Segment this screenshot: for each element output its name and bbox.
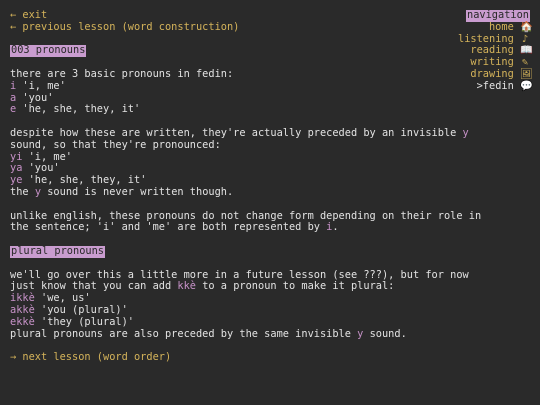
nav-item-drawing[interactable]: drawing — [470, 68, 513, 80]
intro-text: there are 3 basic pronouns in fedin: — [10, 67, 234, 80]
pronoun-row: e 'he, she, they, it' — [10, 103, 141, 116]
pronoun-row: i 'i, me' — [10, 79, 66, 92]
speech-bubble-icon: 💬 — [520, 79, 533, 92]
next-lesson-link[interactable]: → next lesson (word order) — [10, 351, 171, 363]
paragraph-text: sound, so that they're pronounced: — [10, 138, 221, 151]
lesson-content: ← exit ← previous lesson (word construct… — [10, 9, 481, 364]
previous-lesson-link[interactable]: ← previous lesson (word construction) — [10, 21, 239, 33]
navigation-panel: navigation home 🏠 listening ♪ reading 📖 … — [458, 9, 534, 93]
nav-item-home[interactable]: home — [489, 21, 514, 33]
nav-item-writing[interactable]: writing — [470, 56, 513, 68]
section-heading-pronouns: 003 pronouns — [10, 44, 87, 58]
exit-link[interactable]: ← exit — [10, 9, 47, 21]
paragraph-text: the y sound is never written though. — [10, 185, 234, 198]
paragraph-text: the sentence; 'i' and 'me' are both repr… — [10, 221, 339, 234]
nav-item-fedin[interactable]: >fedin — [477, 80, 514, 92]
nav-item-reading[interactable]: reading — [470, 44, 513, 56]
section-heading-plural: plural pronouns — [10, 244, 105, 258]
paragraph-text: despite how these are written, they're a… — [10, 126, 469, 139]
pronoun-row: yi 'i, me' — [10, 150, 73, 163]
picture-icon: 🖼 — [520, 67, 534, 80]
nav-item-listening[interactable]: listening — [458, 33, 514, 45]
home-icon: 🏠 — [520, 20, 533, 33]
paragraph-text: plural pronouns are also preceded by the… — [10, 327, 407, 340]
